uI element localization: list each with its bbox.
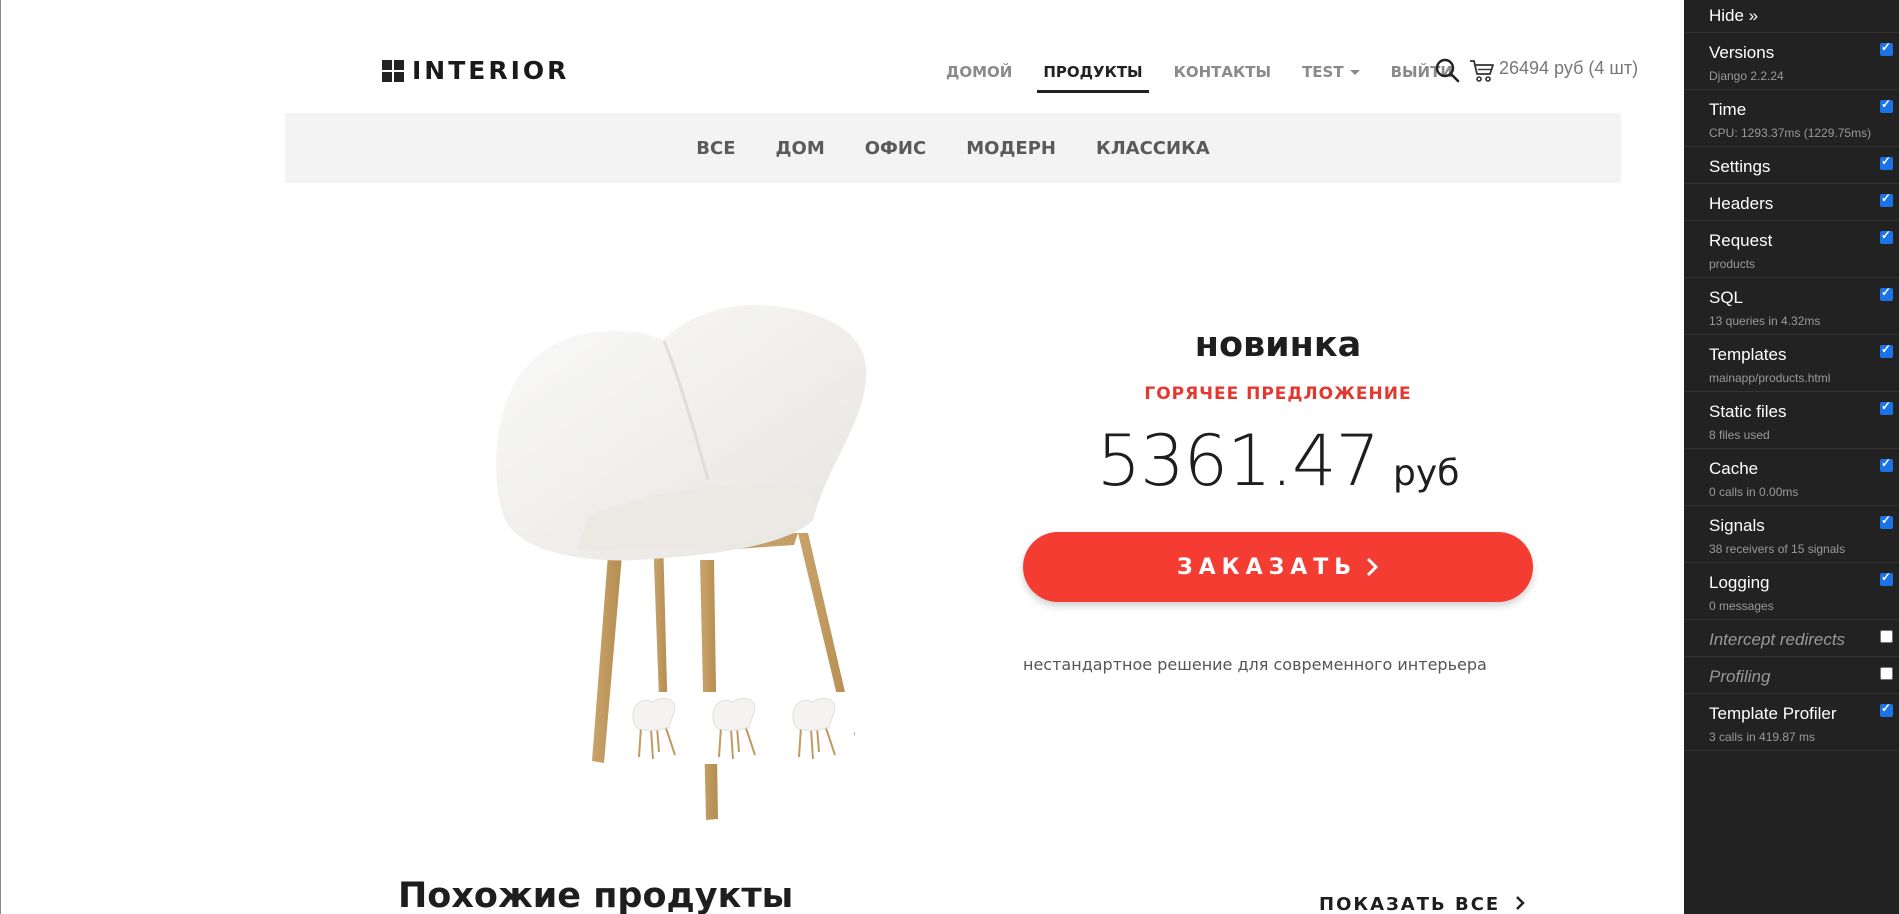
chevron-right-icon (1366, 557, 1379, 577)
debug-panel-settings[interactable]: Settings (1684, 147, 1899, 184)
debug-panel-checkbox[interactable] (1880, 667, 1893, 680)
thumbnail-chair-icon (632, 697, 676, 759)
logo-text: INTERIOR (412, 56, 570, 85)
debug-panel-title: Headers (1709, 194, 1774, 213)
debug-panel-title: Intercept redirects (1709, 630, 1846, 649)
debug-panel-title: Settings (1709, 157, 1771, 176)
debug-toolbar-hide[interactable]: Hide » (1684, 0, 1899, 33)
debug-panel-time[interactable]: Time CPU: 1293.37ms (1229.75ms) (1684, 90, 1899, 147)
debug-panel-title: Time (1709, 100, 1747, 119)
debug-panel-title: SQL (1709, 288, 1744, 307)
site-logo[interactable]: INTERIOR (382, 56, 569, 85)
debug-panel-list: Versions Django 2.2.24 Time CPU: 1293.37ms … (1684, 33, 1899, 751)
debug-panel-subtitle: CPU: 1293.37ms (1229.75ms) (1709, 126, 1872, 140)
debug-panel-checkbox[interactable] (1880, 399, 1893, 415)
debug-panel-checkbox[interactable] (1880, 40, 1893, 56)
price-currency: руб (1393, 453, 1460, 494)
debug-panel-subtitle: 0 calls in 0.00ms (1709, 485, 1799, 499)
debug-panel-checkbox[interactable] (1880, 97, 1893, 113)
thumbnail-chair-icon (792, 697, 836, 759)
debug-panel-checkbox[interactable] (1880, 456, 1893, 472)
debug-toolbar: Hide » Versions Django 2.2.24 Time CPU: 129… (1684, 0, 1899, 914)
debug-panel-title: Profiling (1709, 667, 1771, 686)
debug-panel-title: Versions (1709, 43, 1775, 62)
debug-panel-subtitle: products (1709, 257, 1756, 271)
debug-panel-static-files[interactable]: Static files 8 files used (1684, 392, 1899, 449)
debug-panel-title: Logging (1709, 573, 1770, 592)
price-value: 5361.47 (1096, 420, 1380, 502)
category-office[interactable]: ОФИС (865, 138, 926, 159)
debug-panel-checkbox[interactable] (1880, 154, 1893, 170)
debug-panel-title: Static files (1709, 402, 1787, 421)
thumbnail[interactable] (614, 692, 694, 764)
nav-test-label: TEST (1302, 63, 1344, 81)
debug-panel-subtitle: 13 queries in 4.32ms (1709, 314, 1821, 328)
debug-panel-subtitle: Django 2.2.24 (1709, 69, 1784, 83)
debug-panel-title: Template Profiler (1709, 704, 1837, 723)
category-modern[interactable]: МОДЕРН (966, 138, 1056, 159)
debug-panel-template-profiler[interactable]: Template Profiler 3 calls in 419.87 ms (1684, 694, 1899, 751)
debug-panel-subtitle: 8 files used (1709, 428, 1770, 442)
category-bar: ВСЕ ДОМ ОФИС МОДЕРН КЛАССИКА (285, 113, 1621, 183)
nav-products[interactable]: ПРОДУКТЫ (1037, 55, 1149, 93)
product-name: новинка (1194, 325, 1362, 365)
debug-panel-checkbox[interactable] (1880, 191, 1893, 207)
debug-panel-title: Templates (1709, 345, 1787, 364)
debug-panel-checkbox[interactable] (1880, 228, 1893, 244)
hot-offer-label: ГОРЯЧЕЕ ПРЕДЛОЖЕНИЕ (1144, 384, 1412, 404)
debug-panel-templates[interactable]: Templates mainapp/products.html (1684, 335, 1899, 392)
page-left-border (0, 0, 1, 914)
debug-panel-title: Signals (1709, 516, 1765, 535)
product-description: нестандартное решение для современного и… (1023, 655, 1487, 674)
debug-panel-profiling[interactable]: Profiling (1684, 657, 1899, 694)
debug-panel-checkbox[interactable] (1880, 285, 1893, 301)
debug-panel-subtitle: mainapp/products.html (1709, 371, 1831, 385)
logo-mark-icon (382, 59, 404, 82)
debug-panel-title: Request (1709, 231, 1773, 250)
debug-panel-checkbox[interactable] (1880, 342, 1893, 358)
debug-panel-subtitle: 38 receivers of 15 signals (1709, 542, 1846, 556)
chevron-right-icon (1515, 896, 1525, 910)
debug-panel-subtitle: 0 messages (1709, 599, 1774, 613)
debug-panel-checkbox[interactable] (1880, 701, 1893, 717)
debug-panel-versions[interactable]: Versions Django 2.2.24 (1684, 33, 1899, 90)
thumbnail[interactable] (774, 692, 854, 764)
show-all-label: ПОКАЗАТЬ ВСЕ (1319, 894, 1501, 914)
order-button-label: ЗАКАЗАТЬ (1176, 554, 1358, 580)
related-products-title: Похожие продукты (398, 876, 794, 914)
main-nav: ДОМОЙ ПРОДУКТЫ КОНТАКТЫ TEST ВЫЙТИ (940, 55, 1478, 93)
nav-test-dropdown[interactable]: TEST (1296, 55, 1366, 93)
debug-panel-cache[interactable]: Cache 0 calls in 0.00ms (1684, 449, 1899, 506)
nav-contacts[interactable]: КОНТАКТЫ (1168, 55, 1277, 93)
search-icon[interactable] (1434, 57, 1460, 83)
debug-panel-logging[interactable]: Logging 0 messages (1684, 563, 1899, 620)
debug-panel-checkbox[interactable] (1880, 630, 1893, 643)
debug-panel-sql[interactable]: SQL 13 queries in 4.32ms (1684, 278, 1899, 335)
cart-icon[interactable] (1469, 57, 1495, 83)
debug-panel-intercept-redirects[interactable]: Intercept redirects (1684, 620, 1899, 657)
category-classic[interactable]: КЛАССИКА (1096, 138, 1210, 159)
debug-panel-headers[interactable]: Headers (1684, 184, 1899, 221)
debug-panel-subtitle: 3 calls in 419.87 ms (1709, 730, 1816, 744)
product-price: 5361.47 руб (1023, 420, 1533, 502)
category-home[interactable]: ДОМ (776, 138, 825, 159)
order-button[interactable]: ЗАКАЗАТЬ (1023, 532, 1533, 602)
thumbnail-strip (614, 692, 854, 764)
thumbnail-chair-icon (712, 697, 756, 759)
caret-down-icon (1349, 70, 1360, 75)
debug-panel-checkbox[interactable] (1880, 570, 1893, 586)
debug-panel-checkbox[interactable] (1880, 513, 1893, 529)
thumbnail[interactable] (694, 692, 774, 764)
debug-panel-title: Cache (1709, 459, 1759, 478)
nav-home[interactable]: ДОМОЙ (940, 55, 1018, 93)
show-all-link[interactable]: ПОКАЗАТЬ ВСЕ (1319, 894, 1525, 914)
category-all[interactable]: ВСЕ (696, 138, 735, 159)
debug-panel-request[interactable]: Request products (1684, 221, 1899, 278)
debug-panel-signals[interactable]: Signals 38 receivers of 15 signals (1684, 506, 1899, 563)
cart-summary[interactable]: 26494 руб (4 шт) (1499, 58, 1638, 79)
